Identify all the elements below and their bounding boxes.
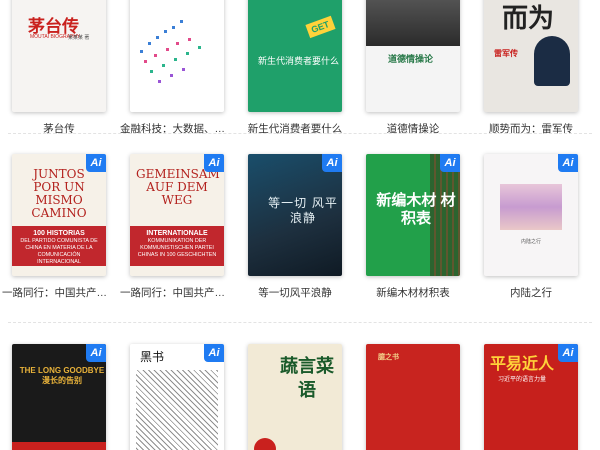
cover-text: 蔬言菜语	[280, 356, 334, 400]
book-cover[interactable]	[130, 0, 224, 112]
cover-text: 而为	[502, 4, 555, 34]
book-cover[interactable]: 新编木材 材积表 Ai	[366, 154, 460, 276]
band-text: KOMMUNIKATION DER KOMMUNISTISCHEN PARTEI…	[137, 238, 217, 258]
book-cover[interactable]: 臆之书	[366, 344, 460, 450]
book-card[interactable]: 内陆之行 Ai 内陆之行	[472, 154, 590, 300]
portrait-figure	[534, 36, 570, 86]
cover-text: GEMEINSAM AUF DEM WEG	[136, 167, 220, 207]
book-title[interactable]: 新编木材材积表	[354, 286, 472, 300]
cover-text: 臆之书	[378, 354, 399, 361]
book-card[interactable]: 黑书 Ai	[118, 344, 236, 450]
book-card[interactable]: 等一切 风平浪静 Ai 等一切风平浪静	[236, 154, 354, 300]
book-title[interactable]: 一路同行：中国共产党…	[0, 286, 118, 300]
ai-badge: Ai	[440, 154, 460, 172]
book-title[interactable]: 一路同行：中国共产党…	[118, 286, 236, 300]
book-card[interactable]: 而为 雷军传 顺势而为：雷军传	[472, 0, 590, 136]
cover-text: 道德情操论	[388, 54, 434, 64]
ai-badge: Ai	[204, 154, 224, 172]
cover-art	[140, 20, 201, 83]
cover-text: 平易近人	[490, 356, 555, 373]
book-card[interactable]: 茅台传 MOUTAI BIOGRAPHY 某某某 著 茅台传	[0, 0, 118, 136]
cover-text: THE LONG GOODBYE 漫长的告别	[19, 366, 105, 385]
book-cover[interactable]: 等一切 风平浪静 Ai	[248, 154, 342, 276]
ai-badge: Ai	[558, 154, 578, 172]
book-card[interactable]: GEMEINSAM AUF DEM WEG INTERNATIONALE KOMM…	[118, 154, 236, 300]
cover-photo	[366, 0, 460, 46]
book-cover[interactable]: 茅台传 MOUTAI BIOGRAPHY 某某某 著	[12, 0, 106, 112]
ai-badge: Ai	[86, 154, 106, 172]
book-card[interactable]: 平易近人 习近平的语言力量 Ai	[472, 344, 590, 450]
band-title: 100 HISTORIAS	[33, 230, 85, 237]
cover-text: 新编木材 材积表	[376, 192, 456, 227]
row-divider	[8, 322, 592, 323]
book-cover[interactable]: 内陆之行 Ai	[484, 154, 578, 276]
ai-badge: Ai	[86, 344, 106, 362]
cover-subtitle: 雷军传	[494, 49, 518, 58]
cover-picture	[500, 184, 562, 230]
book-cover[interactable]: 平易近人 习近平的语言力量 Ai	[484, 344, 578, 450]
cover-text: 等一切 风平浪静	[268, 196, 338, 225]
band-text: DEL PARTIDO COMUNISTA DE CHINA EN MATERI…	[20, 238, 98, 265]
book-card[interactable]: JUNTOS POR UN MISMO CAMINO 100 HISTORIAS…	[0, 154, 118, 300]
cover-author: 某某某 著	[68, 35, 90, 41]
book-grid: 茅台传 MOUTAI BIOGRAPHY 某某某 著 茅台传 金融科技：大数据、…	[0, 0, 600, 450]
cover-stripe	[12, 442, 106, 450]
book-card[interactable]: 道德情操论 道德情操论	[354, 0, 472, 136]
book-card[interactable]: 新编木材 材积表 Ai 新编木材材积表	[354, 154, 472, 300]
book-cover[interactable]: 蔬言菜语	[248, 344, 342, 450]
book-cover[interactable]: 而为 雷军传	[484, 0, 578, 112]
book-title[interactable]: 内陆之行	[472, 286, 590, 300]
ai-badge: Ai	[204, 344, 224, 362]
sketch-art	[136, 370, 218, 450]
ai-badge: Ai	[322, 154, 342, 172]
book-cover[interactable]: GET 新生代消费者要什么	[248, 0, 342, 112]
cover-text: 新生代消费者要什么	[258, 56, 340, 66]
book-cover[interactable]: 道德情操论	[366, 0, 460, 112]
book-cover[interactable]: GEMEINSAM AUF DEM WEG INTERNATIONALE KOMM…	[130, 154, 224, 276]
book-card[interactable]: 蔬言菜语	[236, 344, 354, 450]
ai-badge: Ai	[558, 344, 578, 362]
book-cover[interactable]: THE LONG GOODBYE 漫长的告别 Ai	[12, 344, 106, 450]
book-card[interactable]: 金融科技：大数据、区…	[118, 0, 236, 136]
book-title[interactable]: 等一切风平浪静	[236, 286, 354, 300]
row-divider	[8, 133, 592, 134]
cover-band: INTERNATIONALE KOMMUNIKATION DER KOMMUNIS…	[130, 226, 224, 266]
book-card[interactable]: 臆之书	[354, 344, 472, 450]
cover-text: 黑书	[140, 350, 165, 364]
cover-text: 内陆之行	[520, 239, 541, 245]
vegetable-illustration	[254, 438, 276, 450]
cover-tag: GET	[305, 15, 336, 39]
cover-subtitle: 习近平的语言力量	[498, 377, 547, 383]
book-cover[interactable]: JUNTOS POR UN MISMO CAMINO 100 HISTORIAS…	[12, 154, 106, 276]
cover-text: JUNTOS POR UN MISMO CAMINO	[31, 167, 87, 220]
book-card[interactable]: GET 新生代消费者要什么 新生代消费者要什么	[236, 0, 354, 136]
book-cover[interactable]: 黑书 Ai	[130, 344, 224, 450]
book-card[interactable]: THE LONG GOODBYE 漫长的告别 Ai	[0, 344, 118, 450]
band-title: INTERNATIONALE	[146, 230, 208, 237]
cover-band: 100 HISTORIAS DEL PARTIDO COMUNISTA DE CH…	[12, 226, 106, 266]
